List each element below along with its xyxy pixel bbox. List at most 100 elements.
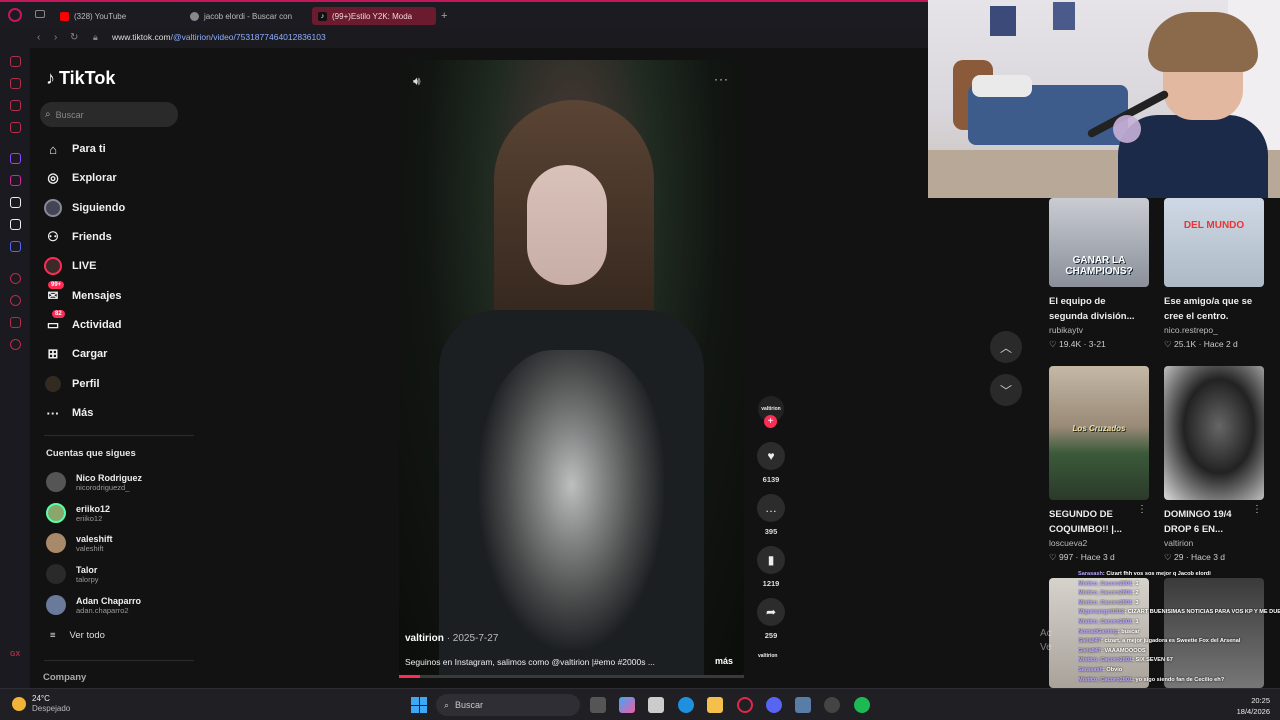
menu-item-para-ti[interactable]: ⌂ Para ti <box>44 137 106 161</box>
tiktok-logo[interactable]: ♪ TikTok <box>46 68 115 89</box>
see-all-button[interactable]: ≡ Ver todo <box>50 630 105 641</box>
gx-corner-icon[interactable] <box>10 100 21 111</box>
opera-logo-icon[interactable] <box>8 8 22 22</box>
video-progress-bar[interactable] <box>399 675 744 678</box>
opera-gx-icon[interactable] <box>737 697 753 713</box>
recommendation-card[interactable]: GANAR LA CHAMPIONS? ⋮ El equipo de segun… <box>1049 198 1151 350</box>
history-icon[interactable] <box>10 295 21 306</box>
chat-text: VAAAMOOOOS <box>1104 647 1146 654</box>
account-handle: talorpy <box>76 574 99 584</box>
obs-icon[interactable] <box>824 697 840 713</box>
card-menu-icon[interactable]: ⋮ <box>1137 198 1147 206</box>
save-action[interactable]: ▮ 1219 <box>756 546 786 588</box>
recommendation-card[interactable]: Los Cruzados ⋮ SEGUNDO DE COQUIMBO!! |..… <box>1049 366 1151 563</box>
forward-icon[interactable]: › <box>54 32 57 43</box>
new-tab-icon[interactable]: + <box>441 10 447 22</box>
chat-text: SIX SEVEN 67 <box>1135 657 1173 664</box>
spotify-icon[interactable] <box>854 697 870 713</box>
caption-more-button[interactable]: más <box>715 656 733 666</box>
aria-icon[interactable] <box>10 56 21 67</box>
system-clock[interactable]: 20:25 18/4/2026 <box>1215 695 1270 717</box>
store-icon[interactable] <box>648 697 664 713</box>
taskbar-search[interactable]: ⌕ Buscar <box>436 694 580 716</box>
tab-youtube[interactable]: (328) YouTube <box>54 7 182 25</box>
tiktok-sidebar: ♪ TikTok ⌕ Buscar ⌂ Para ti ◎ Explorar S… <box>30 48 200 688</box>
gx-icon[interactable]: GX <box>10 651 20 658</box>
profile-icon <box>44 375 62 393</box>
file-explorer-icon[interactable] <box>707 697 723 713</box>
music-disc-text: valtirion <box>758 653 778 659</box>
search-icon: ⌕ <box>444 699 450 710</box>
share-action[interactable]: ➦ 259 <box>756 598 786 640</box>
video-player[interactable] <box>399 60 744 677</box>
following-account[interactable]: Nico Rodriguez nicorodriguezd_ <box>46 469 142 495</box>
card-menu-icon[interactable]: ⋮ <box>1252 198 1262 206</box>
following-account[interactable]: valeshift valeshift <box>46 530 113 556</box>
next-video-button[interactable]: ﹀ <box>990 374 1022 406</box>
back-icon[interactable]: ‹ <box>37 32 40 43</box>
url-field[interactable]: www.tiktok.com/@valtirion/video/75318774… <box>112 32 326 42</box>
messenger-icon[interactable] <box>10 122 21 133</box>
menu-item-mas[interactable]: ··· Más <box>44 401 94 425</box>
comment-action[interactable]: … 395 <box>756 494 786 536</box>
tiktok-sidebar-icon[interactable] <box>10 197 21 208</box>
discord-taskbar-icon[interactable] <box>766 697 782 713</box>
settings-icon[interactable] <box>10 339 21 350</box>
chat-message: Mistico_Cacoro2801: 1 <box>1078 580 1139 587</box>
divider <box>44 660 194 661</box>
copilot-icon[interactable] <box>619 697 635 713</box>
weather-widget[interactable]: 24°C Despejado <box>12 694 70 714</box>
twitch-icon[interactable] <box>10 153 21 164</box>
previous-video-button[interactable]: ︿ <box>990 331 1022 363</box>
menu-item-live[interactable]: LIVE <box>44 254 96 278</box>
menu-item-siguiendo[interactable]: Siguiendo <box>44 196 125 220</box>
following-account[interactable]: Adan Chaparro adan.chaparro2 <box>46 592 141 618</box>
video-author: valtirion <box>405 633 444 644</box>
discord-icon[interactable] <box>10 241 21 252</box>
logo-text: TikTok <box>59 68 116 88</box>
card-date: Hace 3 d <box>1191 552 1226 562</box>
card-menu-icon[interactable]: ⋮ <box>1137 504 1147 515</box>
menu-item-explorar[interactable]: ◎ Explorar <box>44 166 117 190</box>
edge-icon[interactable] <box>678 697 694 713</box>
chat-message: Mistico_Cacoro2801: 1 <box>1078 618 1139 625</box>
task-view-icon[interactable] <box>590 697 606 713</box>
card-menu-icon[interactable]: ⋮ <box>1252 504 1262 515</box>
menu-item-cargar[interactable]: ⊞ Cargar <box>44 342 108 366</box>
card-title: SEGUNDO DE COQUIMBO!! |... <box>1049 509 1122 535</box>
recommendation-card[interactable]: ⋮ DOMINGO 19/4 DROP 6 EN... valtirion ♡ … <box>1164 366 1266 563</box>
instagram-icon[interactable] <box>10 175 21 186</box>
company-link[interactable]: Company <box>43 672 86 683</box>
menu-item-actividad[interactable]: ▭ 82 Actividad <box>44 310 122 337</box>
windows-start-icon[interactable] <box>411 697 427 713</box>
following-account[interactable]: Talor talorpy <box>46 561 99 587</box>
recommendation-card[interactable]: DEL MUNDO ⋮ Ese amigo/a que se cree el c… <box>1164 198 1266 350</box>
card-likes: 25.1K <box>1173 339 1197 349</box>
following-account[interactable]: eriiko12 eriiko12 <box>46 500 110 526</box>
menu-label: Explorar <box>72 172 117 184</box>
search-input[interactable]: ⌕ Buscar <box>40 102 178 127</box>
card-likes: 19.4K <box>1058 339 1082 349</box>
extensions-icon[interactable] <box>10 317 21 328</box>
player-icon[interactable] <box>10 273 21 284</box>
tab-workspaces-icon[interactable] <box>35 10 45 18</box>
volume-icon[interactable]: 🔊︎ <box>413 74 421 89</box>
like-action[interactable]: ♥ 6139 <box>756 442 786 484</box>
x-icon[interactable] <box>10 219 21 230</box>
tab-tiktok[interactable]: ♪ (99+)Estilo Y2K: Moda <box>312 7 436 25</box>
tab-label: jacob elordi - Buscar con <box>204 11 293 21</box>
chat-username: Sarasash <box>1078 666 1103 673</box>
music-disc[interactable]: valtirion <box>758 653 777 659</box>
video-author-line[interactable]: valtirion · 2025-7-27 <box>405 633 498 644</box>
avatar <box>46 564 66 584</box>
more-options-icon[interactable]: ··· <box>714 72 729 86</box>
save-count: 1219 <box>762 579 780 588</box>
menu-item-perfil[interactable]: Perfil <box>44 372 100 396</box>
follow-plus-button[interactable]: + <box>764 415 777 428</box>
menu-item-friends[interactable]: ⚇ Friends <box>44 225 112 249</box>
reload-icon[interactable]: ↻ <box>70 32 78 43</box>
notepad-icon[interactable] <box>795 697 811 713</box>
tab-google-search[interactable]: jacob elordi - Buscar con <box>184 7 306 25</box>
speed-dial-icon[interactable] <box>10 78 21 89</box>
menu-item-mensajes[interactable]: ✉ 99+ Mensajes <box>44 281 122 308</box>
